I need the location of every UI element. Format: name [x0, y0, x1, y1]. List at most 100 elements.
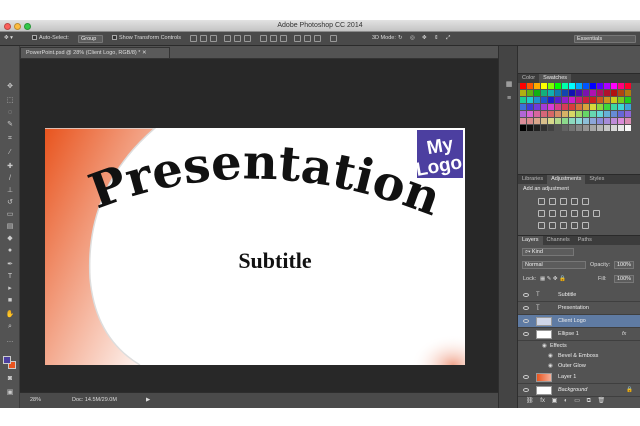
screen-mode-icon[interactable]: ▣ [5, 388, 15, 397]
swatch[interactable] [618, 90, 624, 96]
swatch[interactable] [590, 90, 596, 96]
swatch[interactable] [625, 104, 631, 110]
visibility-eye-icon[interactable] [523, 375, 529, 379]
swatch[interactable] [590, 83, 596, 89]
swatch[interactable] [576, 90, 582, 96]
swatch[interactable] [590, 111, 596, 117]
zoom-tool-icon[interactable]: ⌕ [5, 322, 15, 331]
workspace-select[interactable]: Essentials [574, 35, 636, 43]
auto-align-icon[interactable] [330, 35, 337, 42]
show-transform-checkbox[interactable]: Show Transform Controls [112, 35, 181, 41]
brightness-contrast-icon[interactable] [538, 198, 545, 205]
swatch[interactable] [555, 111, 561, 117]
visibility-eye-icon[interactable] [523, 306, 529, 310]
hand-tool-icon[interactable]: ✋ [5, 310, 15, 319]
dodge-tool-icon[interactable]: ● [5, 246, 15, 255]
layer-row[interactable]: ◉ Bevel & Emboss [518, 351, 640, 361]
crop-tool-icon[interactable]: ⌗ [5, 134, 15, 143]
curves-icon[interactable] [560, 198, 567, 205]
swatch[interactable] [625, 90, 631, 96]
swatch[interactable] [611, 97, 617, 103]
effect-visibility-icon[interactable]: ◉ [548, 363, 553, 369]
tab-channels[interactable]: Channels [543, 236, 574, 246]
swatch[interactable] [597, 97, 603, 103]
swatch[interactable] [576, 104, 582, 110]
swatch[interactable] [562, 118, 568, 124]
distribute-top-icon[interactable] [260, 35, 267, 42]
swatch[interactable] [527, 125, 533, 131]
swatch[interactable] [604, 97, 610, 103]
marquee-tool-icon[interactable]: ⬚ [5, 96, 15, 105]
swatch[interactable] [548, 104, 554, 110]
swatch[interactable] [534, 118, 540, 124]
move-tool-icon[interactable]: ✥ [5, 82, 15, 91]
swatch[interactable] [541, 118, 547, 124]
swatch[interactable] [548, 97, 554, 103]
swatch[interactable] [576, 125, 582, 131]
swatch[interactable] [611, 104, 617, 110]
tab-styles[interactable]: Styles [585, 175, 608, 185]
swatch[interactable] [534, 97, 540, 103]
swatch[interactable] [562, 83, 568, 89]
align-left-icon[interactable] [224, 35, 231, 42]
layer-row[interactable]: T Subtitle [518, 289, 640, 302]
swatch[interactable] [541, 97, 547, 103]
gradient-map-icon[interactable] [571, 222, 578, 229]
visibility-eye-icon[interactable] [523, 293, 529, 297]
swatch[interactable] [618, 97, 624, 103]
layer-filter-select[interactable]: ⌕▾ Kind [522, 248, 574, 256]
auto-select-checkbox[interactable]: Auto-Select: [32, 35, 69, 41]
swatch[interactable] [583, 118, 589, 124]
black-white-icon[interactable] [560, 210, 567, 217]
status-menu-arrow-icon[interactable]: ▶ [146, 397, 150, 403]
swatch[interactable] [618, 111, 624, 117]
posterize-icon[interactable] [549, 222, 556, 229]
swatch[interactable] [583, 97, 589, 103]
swatch[interactable] [590, 104, 596, 110]
distribute-right-icon[interactable] [314, 35, 321, 42]
exposure-icon[interactable] [571, 198, 578, 205]
3d-scale-icon[interactable]: ⤢ [446, 35, 450, 42]
swatch[interactable] [590, 118, 596, 124]
swatch[interactable] [576, 111, 582, 117]
swatch[interactable] [541, 111, 547, 117]
brush-tool-icon[interactable]: / [5, 174, 15, 183]
visibility-eye-icon[interactable] [523, 319, 529, 323]
swatch[interactable] [541, 83, 547, 89]
swatch[interactable] [604, 104, 610, 110]
tab-libraries[interactable]: Libraries [518, 175, 547, 185]
swatch[interactable] [548, 83, 554, 89]
swatch[interactable] [590, 97, 596, 103]
swatch[interactable] [548, 90, 554, 96]
close-tab-icon[interactable]: ✕ [142, 50, 147, 56]
effect-visibility-icon[interactable]: ◉ [542, 343, 547, 349]
blur-tool-icon[interactable]: ◆ [5, 234, 15, 243]
selective-color-icon[interactable] [582, 222, 589, 229]
swatch[interactable] [527, 83, 533, 89]
swatch[interactable] [569, 125, 575, 131]
swatch[interactable] [534, 111, 540, 117]
hue-saturation-icon[interactable] [538, 210, 545, 217]
swatch[interactable] [527, 118, 533, 124]
distribute-left-icon[interactable] [294, 35, 301, 42]
swatch[interactable] [562, 97, 568, 103]
zoom-level[interactable]: 28% [30, 397, 41, 403]
swatch[interactable] [548, 118, 554, 124]
swatch[interactable] [625, 125, 631, 131]
layer-row[interactable]: Ṯ Presentation [518, 302, 640, 315]
swatch[interactable] [569, 111, 575, 117]
quick-mask-icon[interactable]: ◙ [5, 374, 15, 383]
swatch[interactable] [583, 111, 589, 117]
swatch[interactable] [576, 118, 582, 124]
history-panel-icon[interactable]: ▦ [504, 80, 514, 89]
swatch[interactable] [583, 83, 589, 89]
align-center-icon[interactable] [234, 35, 241, 42]
swatch[interactable] [520, 97, 526, 103]
swatch[interactable] [569, 118, 575, 124]
swatch[interactable] [625, 97, 631, 103]
swatch[interactable] [527, 90, 533, 96]
swatch[interactable] [611, 125, 617, 131]
path-select-tool-icon[interactable]: ▸ [5, 284, 15, 293]
layer-fx-badge[interactable]: fx [622, 331, 626, 337]
move-tool-preset-icon[interactable]: ✥ ▾ [4, 35, 13, 41]
